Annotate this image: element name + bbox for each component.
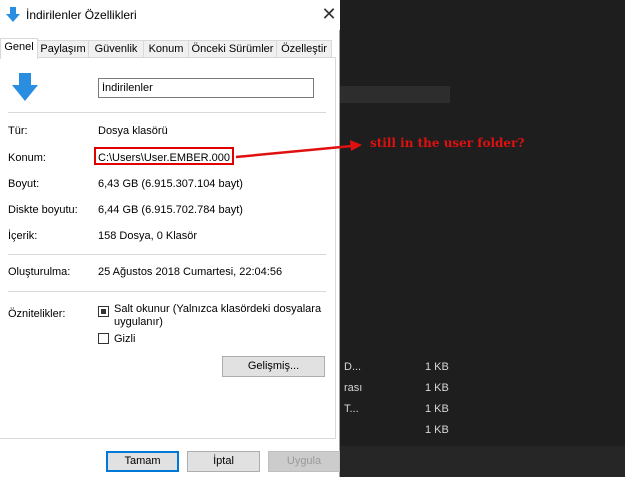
tab-general[interactable]: Genel [0,38,38,59]
annotation-arrow [235,140,362,159]
annotation-text: still in the user folder? [370,136,525,150]
